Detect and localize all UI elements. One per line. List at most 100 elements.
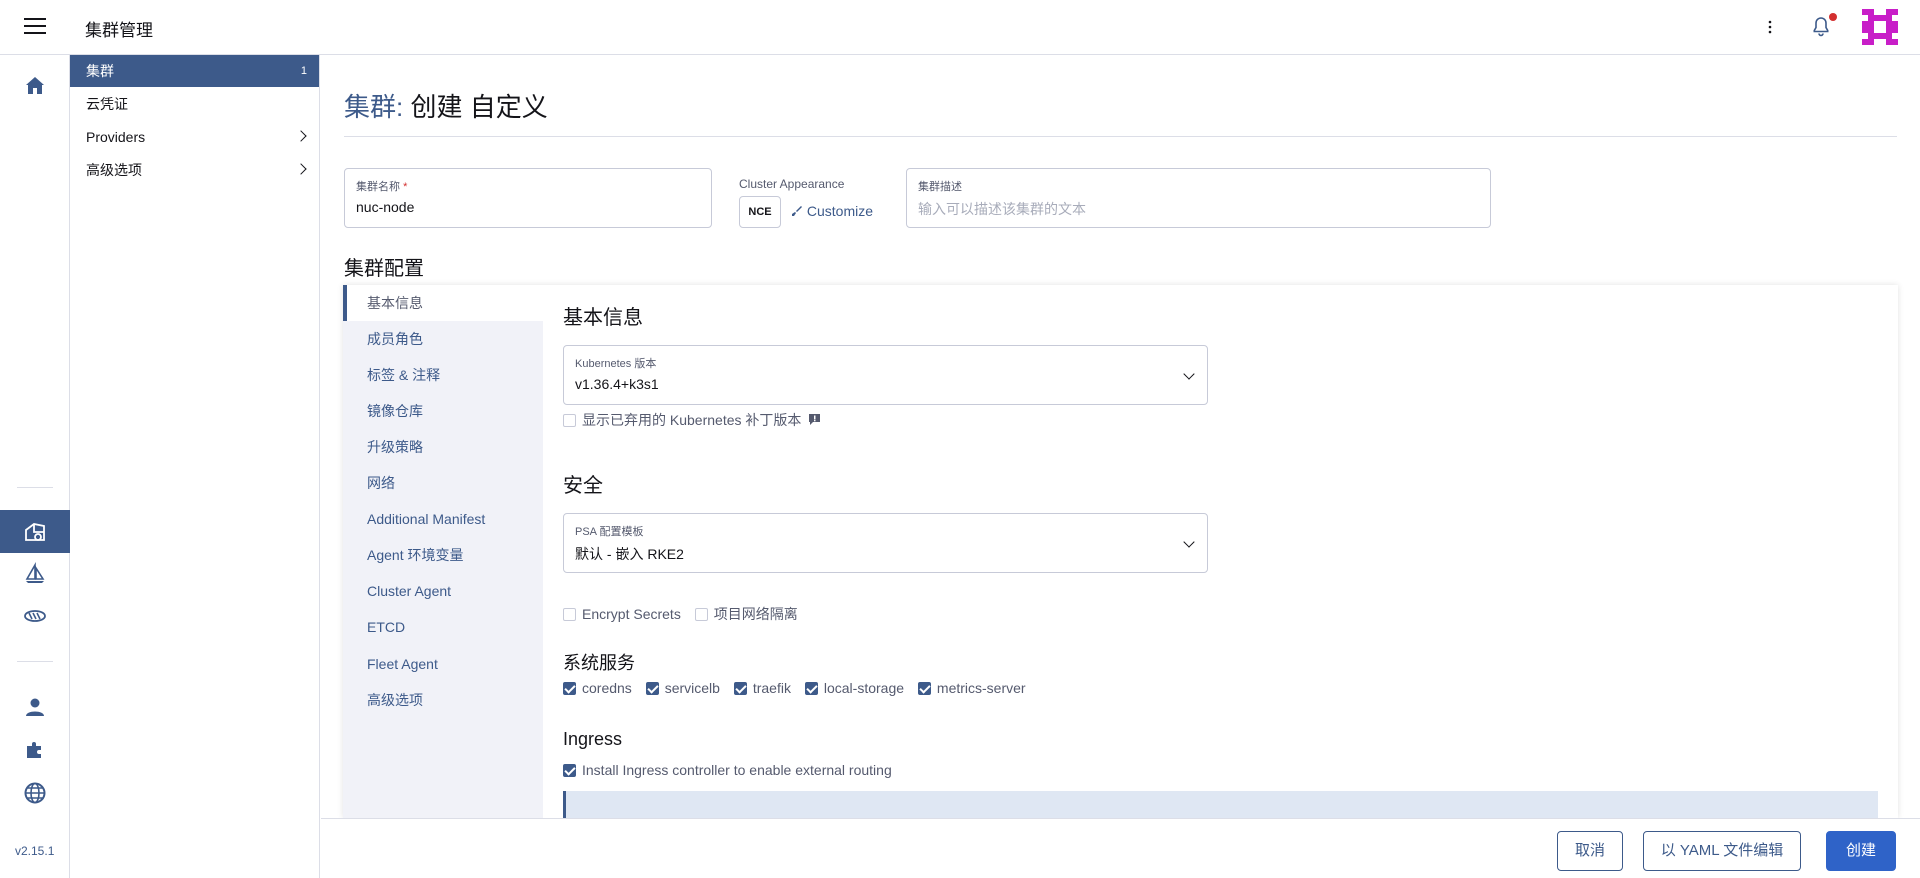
cluster-config-title: 集群配置 <box>344 258 424 280</box>
show-deprecated-checkbox[interactable] <box>563 414 576 427</box>
chevron-down-icon <box>1183 536 1195 548</box>
tab-registries[interactable]: 镜像仓库 <box>343 393 543 429</box>
cluster-description-label: 集群描述 <box>918 181 962 193</box>
project-network-isolation-checkbox[interactable] <box>694 608 708 621</box>
service-local-storage[interactable]: local-storage <box>804 680 905 696</box>
virtualization-icon[interactable] <box>23 604 47 628</box>
service-coredns[interactable]: coredns <box>563 680 632 696</box>
system-services-heading: 系统服务 <box>563 653 635 673</box>
service-label: coredns <box>582 680 632 696</box>
tab-etcd[interactable]: ETCD <box>343 609 543 645</box>
service-label: metrics-server <box>936 680 1026 696</box>
encrypt-secrets-option[interactable]: Encrypt Secrets <box>563 606 681 622</box>
config-content: 基本信息 Kubernetes 版本 v1.36.4+k3s1 显示已弃用的 K… <box>543 285 1898 818</box>
fleet-sail-icon[interactable] <box>23 562 47 586</box>
psa-template-label: PSA 配置模板 <box>575 526 644 538</box>
top-header: 集群管理 <box>0 0 1920 55</box>
create-button[interactable]: 创建 <box>1826 831 1896 871</box>
ingress-controller-option[interactable]: Install Ingress controller to enable ext… <box>563 762 892 778</box>
tab-upgrade-strategy[interactable]: 升级策略 <box>343 429 543 465</box>
menu-icon[interactable] <box>24 18 46 36</box>
security-options-row: Encrypt Secrets 项目网络隔离 <box>563 604 808 624</box>
chevron-down-icon <box>1183 368 1195 380</box>
form-footer: 取消 以 YAML 文件编辑 创建 <box>321 818 1920 878</box>
subnav-item-label: 高级选项 <box>86 162 142 178</box>
tab-networking[interactable]: 网络 <box>343 465 543 501</box>
service-metrics-server-checkbox[interactable] <box>917 682 931 695</box>
psa-template-value: 默认 - 嵌入 RKE2 <box>575 546 684 562</box>
project-network-isolation-label: 项目网络隔离 <box>713 606 798 622</box>
ingress-controller-row: Install Ingress controller to enable ext… <box>563 762 902 778</box>
cluster-description-field[interactable]: 集群描述 输入可以描述该集群的文本 <box>906 168 1491 228</box>
subnav-item-label: 集群 <box>86 63 114 79</box>
system-services-row: coredns servicelb traefik local-storage … <box>563 680 1036 696</box>
service-servicelb[interactable]: servicelb <box>645 680 720 696</box>
cluster-appearance-label: Cluster Appearance <box>739 177 845 191</box>
cluster-subnav: 集群 1 云凭证 Providers 高级选项 <box>70 55 320 878</box>
user-icon[interactable] <box>23 695 47 719</box>
home-icon[interactable] <box>23 74 47 98</box>
tab-basic-info[interactable]: 基本信息 <box>343 285 543 321</box>
config-tabs: 基本信息 成员角色 标签 & 注释 镜像仓库 升级策略 网络 Additiona… <box>343 285 543 818</box>
cluster-name-field[interactable]: 集群名称 * nuc-node <box>344 168 712 228</box>
notification-dot <box>1829 13 1837 21</box>
tab-advanced[interactable]: 高级选项 <box>343 682 543 718</box>
show-deprecated-row: 显示已弃用的 Kubernetes 补丁版本 <box>563 410 821 430</box>
chevron-right-icon <box>295 130 307 142</box>
info-banner <box>563 791 1878 818</box>
kubernetes-version-select[interactable]: Kubernetes 版本 v1.36.4+k3s1 <box>563 345 1208 405</box>
extensions-puzzle-icon[interactable] <box>23 738 47 762</box>
more-options-icon[interactable] <box>1765 17 1775 37</box>
brush-icon <box>792 206 802 216</box>
service-label: servicelb <box>664 680 720 696</box>
service-servicelb-checkbox[interactable] <box>645 682 659 695</box>
globe-icon[interactable] <box>23 781 47 805</box>
subnav-item-providers[interactable]: Providers <box>70 121 319 153</box>
cluster-name-label: 集群名称 * <box>356 181 408 193</box>
service-traefik[interactable]: traefik <box>733 680 791 696</box>
service-label: traefik <box>752 680 791 696</box>
tab-cluster-agent[interactable]: Cluster Agent <box>343 573 543 609</box>
kubernetes-version-value: v1.36.4+k3s1 <box>575 376 659 392</box>
encrypt-secrets-checkbox[interactable] <box>563 608 576 621</box>
service-label: local-storage <box>823 680 905 696</box>
cluster-management-icon[interactable] <box>23 520 47 544</box>
rail-divider <box>17 487 53 488</box>
project-network-isolation-option[interactable]: 项目网络隔离 <box>694 604 798 624</box>
basic-info-heading: 基本信息 <box>563 307 643 329</box>
info-flag-icon[interactable] <box>808 413 821 426</box>
encrypt-secrets-label: Encrypt Secrets <box>582 606 681 622</box>
tab-fleet-agent[interactable]: Fleet Agent <box>343 646 543 682</box>
service-traefik-checkbox[interactable] <box>733 682 747 695</box>
tab-additional-manifest[interactable]: Additional Manifest <box>343 501 543 537</box>
app-title: 集群管理 <box>85 21 153 40</box>
tab-member-roles[interactable]: 成员角色 <box>343 321 543 357</box>
subnav-item-clusters[interactable]: 集群 1 <box>70 55 319 87</box>
title-divider <box>344 136 1897 137</box>
service-coredns-checkbox[interactable] <box>563 682 576 695</box>
subnav-item-advanced[interactable]: 高级选项 <box>70 154 319 186</box>
user-avatar[interactable] <box>1862 9 1898 45</box>
subnav-item-label: Providers <box>86 129 146 145</box>
show-deprecated-label: 显示已弃用的 Kubernetes 补丁版本 <box>582 412 802 428</box>
breadcrumb-clusters-link[interactable]: 集群: <box>344 92 403 122</box>
cancel-button[interactable]: 取消 <box>1557 831 1623 871</box>
psa-template-select[interactable]: PSA 配置模板 默认 - 嵌入 RKE2 <box>563 513 1208 573</box>
cluster-description-input[interactable]: 输入可以描述该集群的文本 <box>918 199 1086 219</box>
version-label[interactable]: v2.15.1 <box>15 844 54 858</box>
subnav-item-label: 云凭证 <box>86 96 128 112</box>
tab-labels-annotations[interactable]: 标签 & 注释 <box>343 357 543 393</box>
kubernetes-version-label: Kubernetes 版本 <box>575 358 657 370</box>
customize-appearance-link[interactable]: Customize <box>791 203 873 219</box>
page-title-text: 创建 自定义 <box>410 92 548 122</box>
cluster-name-input[interactable]: nuc-node <box>356 199 414 215</box>
service-local-storage-checkbox[interactable] <box>804 682 818 695</box>
edit-as-yaml-button[interactable]: 以 YAML 文件编辑 <box>1643 831 1801 871</box>
service-metrics-server[interactable]: metrics-server <box>917 680 1026 696</box>
security-heading: 安全 <box>563 475 603 497</box>
subnav-item-cloud-credentials[interactable]: 云凭证 <box>70 88 319 120</box>
ingress-controller-checkbox[interactable] <box>563 764 576 777</box>
ingress-heading: Ingress <box>563 729 623 749</box>
tab-agent-env-vars[interactable]: Agent 环境变量 <box>343 537 543 573</box>
page-title: 集群: 创建 自定义 <box>344 87 548 124</box>
